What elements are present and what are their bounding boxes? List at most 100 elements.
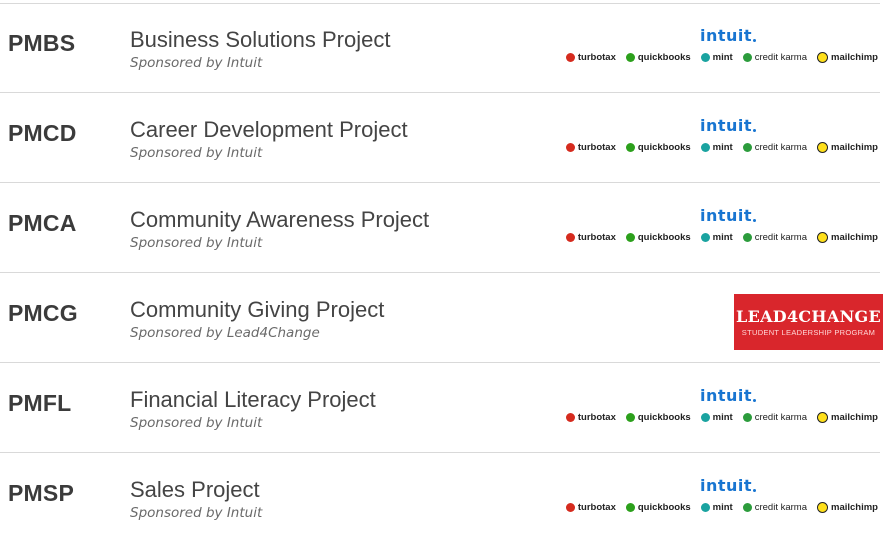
mint-leaf-icon bbox=[700, 413, 710, 422]
brand-quickbooks: quickbooks bbox=[625, 232, 691, 243]
divider bbox=[0, 3, 880, 4]
project-name: Business Solutions Project bbox=[130, 27, 391, 52]
intuit-brand-strip: turbotax quickbooks mint credit karma ma… bbox=[565, 232, 878, 243]
brand-turbotax: turbotax bbox=[565, 142, 616, 153]
intuit-brand-strip: turbotax quickbooks mint credit karma ma… bbox=[565, 142, 878, 153]
brand-mailchimp: mailchimp bbox=[817, 232, 878, 243]
project-name: Career Development Project bbox=[130, 117, 408, 142]
quickbooks-qb-icon bbox=[625, 233, 635, 242]
project-name: Sales Project bbox=[130, 477, 260, 502]
intuit-wordmark: intuit bbox=[699, 386, 752, 405]
brand-mint: mint bbox=[700, 142, 733, 153]
brand-mailchimp: mailchimp bbox=[817, 142, 878, 153]
project-code: PMCG bbox=[8, 300, 78, 326]
intuit-brand-strip: turbotax quickbooks mint credit karma ma… bbox=[565, 412, 878, 423]
mailchimp-freddie-icon bbox=[817, 412, 828, 423]
brand-turbotax: turbotax bbox=[565, 232, 616, 243]
trademark-dot bbox=[753, 129, 756, 132]
brand-credit-karma: credit karma bbox=[742, 52, 807, 63]
mint-leaf-icon bbox=[700, 143, 710, 152]
turbotax-check-icon bbox=[565, 413, 575, 422]
mint-leaf-icon bbox=[700, 233, 710, 242]
brand-quickbooks: quickbooks bbox=[625, 412, 691, 423]
project-name: Community Awareness Project bbox=[130, 207, 430, 232]
divider bbox=[0, 182, 880, 183]
quickbooks-qb-icon bbox=[625, 143, 635, 152]
project-list: PMBS Business Solutions Project Sponsore… bbox=[0, 0, 883, 539]
quickbooks-qb-icon bbox=[625, 413, 635, 422]
project-name: Financial Literacy Project bbox=[130, 387, 376, 412]
intuit-logo: intuit turbotax quickbooks mint credit k… bbox=[558, 112, 878, 172]
divider bbox=[0, 452, 880, 453]
brand-mint: mint bbox=[700, 232, 733, 243]
intuit-wordmark: intuit bbox=[699, 206, 752, 225]
mint-leaf-icon bbox=[700, 503, 710, 512]
brand-mint: mint bbox=[700, 52, 733, 63]
project-sponsor: Sponsored by Intuit bbox=[130, 505, 263, 521]
project-row: PMCG Community Giving Project Sponsored … bbox=[0, 292, 883, 372]
project-row: PMCD Career Development Project Sponsore… bbox=[0, 112, 883, 192]
brand-mailchimp: mailchimp bbox=[817, 52, 878, 63]
brand-quickbooks: quickbooks bbox=[625, 142, 691, 153]
turbotax-check-icon bbox=[565, 503, 575, 512]
brand-turbotax: turbotax bbox=[565, 52, 616, 63]
intuit-wordmark: intuit bbox=[699, 476, 752, 495]
mint-leaf-icon bbox=[700, 53, 710, 62]
mailchimp-freddie-icon bbox=[817, 232, 828, 243]
credit-karma-icon bbox=[742, 53, 752, 62]
turbotax-check-icon bbox=[565, 233, 575, 242]
project-code: PMBS bbox=[8, 30, 76, 56]
credit-karma-icon bbox=[742, 233, 752, 242]
mailchimp-freddie-icon bbox=[817, 142, 828, 153]
credit-karma-icon bbox=[742, 413, 752, 422]
turbotax-check-icon bbox=[565, 143, 575, 152]
brand-mailchimp: mailchimp bbox=[817, 502, 878, 513]
lead4change-logo: LEAD4CHANGE STUDENT LEADERSHIP PROGRAM bbox=[734, 294, 883, 350]
project-row: PMBS Business Solutions Project Sponsore… bbox=[0, 22, 883, 102]
brand-mint: mint bbox=[700, 412, 733, 423]
brand-credit-karma: credit karma bbox=[742, 142, 807, 153]
project-name: Community Giving Project bbox=[130, 297, 385, 322]
brand-turbotax: turbotax bbox=[565, 502, 616, 513]
credit-karma-icon bbox=[742, 143, 752, 152]
project-row: PMCA Community Awareness Project Sponsor… bbox=[0, 202, 883, 282]
brand-mailchimp: mailchimp bbox=[817, 412, 878, 423]
brand-mint: mint bbox=[700, 502, 733, 513]
quickbooks-qb-icon bbox=[625, 53, 635, 62]
mailchimp-freddie-icon bbox=[817, 502, 828, 513]
project-sponsor: Sponsored by Intuit bbox=[130, 415, 263, 431]
brand-credit-karma: credit karma bbox=[742, 502, 807, 513]
intuit-logo: intuit turbotax quickbooks mint credit k… bbox=[558, 472, 878, 532]
brand-credit-karma: credit karma bbox=[742, 412, 807, 423]
quickbooks-qb-icon bbox=[625, 503, 635, 512]
trademark-dot bbox=[753, 39, 756, 42]
intuit-brand-strip: turbotax quickbooks mint credit karma ma… bbox=[565, 52, 878, 63]
project-code: PMCD bbox=[8, 120, 77, 146]
divider bbox=[0, 362, 880, 363]
project-sponsor: Sponsored by Lead4Change bbox=[130, 325, 320, 341]
intuit-brand-strip: turbotax quickbooks mint credit karma ma… bbox=[565, 502, 878, 513]
divider bbox=[0, 92, 880, 93]
brand-credit-karma: credit karma bbox=[742, 232, 807, 243]
intuit-logo: intuit turbotax quickbooks mint credit k… bbox=[558, 22, 878, 82]
lead4change-subtitle: STUDENT LEADERSHIP PROGRAM bbox=[741, 328, 876, 337]
project-sponsor: Sponsored by Intuit bbox=[130, 145, 263, 161]
project-row: PMFL Financial Literacy Project Sponsore… bbox=[0, 382, 883, 462]
project-row: PMSP Sales Project Sponsored by Intuit i… bbox=[0, 472, 883, 552]
brand-quickbooks: quickbooks bbox=[625, 52, 691, 63]
project-code: PMSP bbox=[8, 480, 74, 506]
project-code: PMCA bbox=[8, 210, 77, 236]
brand-quickbooks: quickbooks bbox=[625, 502, 691, 513]
intuit-wordmark: intuit bbox=[699, 116, 752, 135]
project-sponsor: Sponsored by Intuit bbox=[130, 55, 263, 71]
project-code: PMFL bbox=[8, 390, 72, 416]
intuit-logo: intuit turbotax quickbooks mint credit k… bbox=[558, 202, 878, 262]
trademark-dot bbox=[753, 489, 756, 492]
intuit-logo: intuit turbotax quickbooks mint credit k… bbox=[558, 382, 878, 442]
turbotax-check-icon bbox=[565, 53, 575, 62]
divider bbox=[0, 272, 880, 273]
credit-karma-icon bbox=[742, 503, 752, 512]
trademark-dot bbox=[753, 219, 756, 222]
trademark-dot bbox=[753, 399, 756, 402]
project-sponsor: Sponsored by Intuit bbox=[130, 235, 263, 251]
